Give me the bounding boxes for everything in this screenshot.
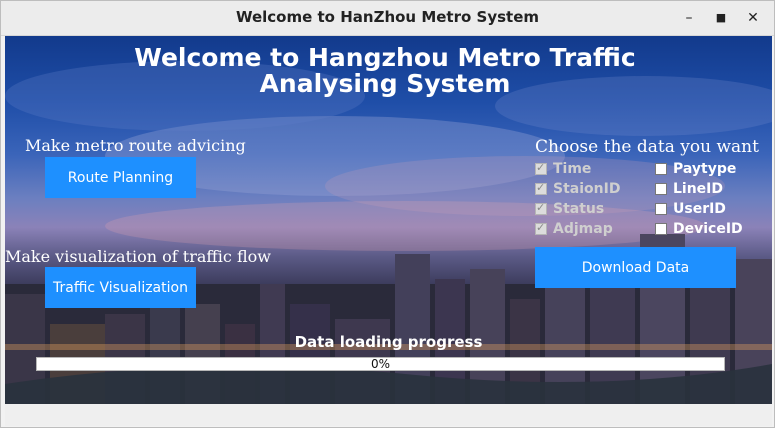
checkbox-label: Adjmap xyxy=(553,221,613,237)
minimize-icon[interactable]: – xyxy=(680,9,698,27)
checkbox-box[interactable] xyxy=(655,183,667,195)
checkbox-deviceid[interactable]: DeviceID xyxy=(655,221,743,237)
background-image: Welcome to Hangzhou Metro Traffic Analys… xyxy=(5,36,772,404)
route-section-label: Make metro route advicing xyxy=(25,136,246,155)
checkbox-label: Time xyxy=(553,161,592,177)
route-planning-button[interactable]: Route Planning xyxy=(45,157,196,198)
checkbox-box[interactable] xyxy=(535,201,547,215)
progress-bar: 0% xyxy=(36,357,725,371)
title-bar[interactable]: Welcome to HanZhou Metro System – ■ ✕ xyxy=(1,1,774,36)
checkbox-label: UserID xyxy=(673,201,726,217)
checkbox-box[interactable] xyxy=(535,161,547,175)
checkbox-box[interactable] xyxy=(535,221,547,235)
window-title: Welcome to HanZhou Metro System xyxy=(235,8,540,26)
checkbox-label: LineID xyxy=(673,181,724,197)
maximize-icon[interactable]: ■ xyxy=(712,9,730,27)
checkbox-label: DeviceID xyxy=(673,221,743,237)
data-selection-label: Choose the data you want xyxy=(535,137,759,157)
app-window: Welcome to HanZhou Metro System – ■ ✕ We… xyxy=(0,0,775,428)
checkbox-status[interactable]: Status xyxy=(535,201,604,217)
checkbox-box[interactable] xyxy=(655,223,667,235)
progress-text: 0% xyxy=(370,357,391,371)
checkbox-box[interactable] xyxy=(655,203,667,215)
checkbox-staionid[interactable]: StaionID xyxy=(535,181,620,197)
checkbox-box[interactable] xyxy=(655,163,667,175)
checkbox-label: Status xyxy=(553,201,605,217)
checkbox-box[interactable] xyxy=(535,181,547,195)
download-data-button[interactable]: Download Data xyxy=(535,247,736,288)
progress-label: Data loading progress xyxy=(294,333,483,351)
checkbox-time[interactable]: Time xyxy=(535,161,591,177)
checkbox-paytype[interactable]: Paytype xyxy=(655,161,736,177)
visualization-section-label: Make visualization of traffic flow xyxy=(5,247,271,266)
close-icon[interactable]: ✕ xyxy=(744,9,762,27)
city-skyline xyxy=(5,234,772,404)
checkbox-label: StaionID xyxy=(553,181,621,197)
window-bottom-strip xyxy=(5,404,772,426)
checkbox-lineid[interactable]: LineID xyxy=(655,181,723,197)
checkbox-label: Paytype xyxy=(673,161,737,177)
checkbox-userid[interactable]: UserID xyxy=(655,201,726,217)
page-title-line1: Welcome to Hangzhou Metro Traffic xyxy=(134,43,636,72)
checkbox-adjmap[interactable]: Adjmap xyxy=(535,221,613,237)
traffic-visualization-button[interactable]: Traffic Visualization xyxy=(45,267,196,308)
page-title-line2: Analysing System xyxy=(259,69,511,98)
